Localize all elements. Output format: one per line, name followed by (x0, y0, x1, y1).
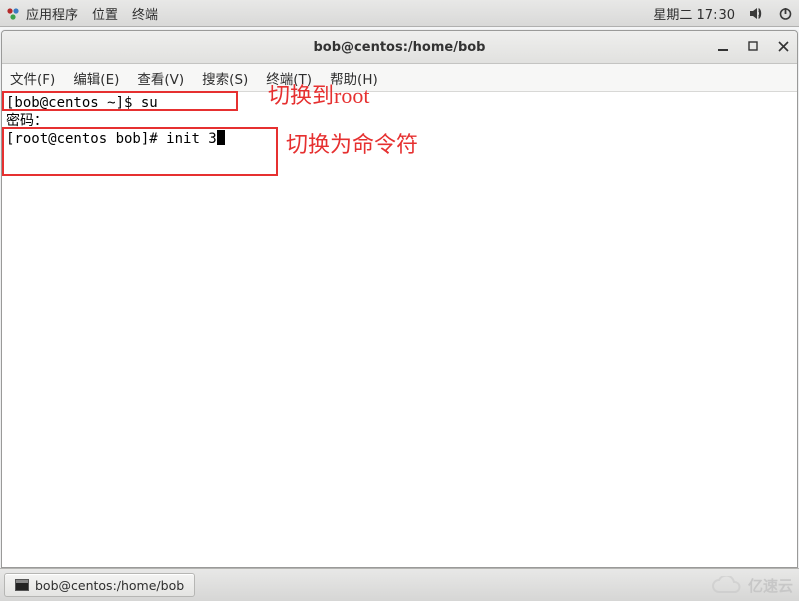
terminal-window: bob@centos:/home/bob 文件(F) 编辑(E) 查看(V) 搜… (1, 30, 798, 568)
applications-menu[interactable]: 应用程序 (6, 4, 78, 23)
clock-minute: 30 (718, 8, 735, 23)
annotation-switch-root: 切换到root (268, 87, 369, 105)
places-menu[interactable]: 位置 (92, 4, 118, 23)
terminal-output[interactable]: [bob@centos ~]$ su 密码： [root@centos bob]… (2, 92, 797, 567)
minimize-button[interactable] (715, 38, 731, 54)
menu-edit[interactable]: 编辑(E) (73, 68, 119, 88)
taskbar-terminal-task[interactable]: bob@centos:/home/bob (4, 573, 195, 597)
clock-day: 星期二 (653, 8, 692, 23)
menubar: 文件(F) 编辑(E) 查看(V) 搜索(S) 终端(T) 帮助(H) (2, 64, 797, 92)
power-icon[interactable] (778, 6, 793, 21)
prompt-user: [bob@centos ~]$ (6, 95, 141, 111)
clock-hour: 17 (697, 8, 714, 23)
prompt-root: [root@centos bob]# (6, 131, 166, 147)
bottom-taskbar: bob@centos:/home/bob (0, 568, 799, 601)
menu-view[interactable]: 查看(V) (137, 68, 184, 88)
terminal-icon (15, 579, 29, 591)
panel-left: 应用程序 位置 终端 (6, 4, 158, 23)
top-panel: 应用程序 位置 终端 星期二 17:30 (0, 0, 799, 27)
password-prompt: 密码： (6, 113, 48, 129)
watermark: 亿速云 (710, 575, 793, 596)
window-controls (715, 38, 791, 54)
cursor (217, 130, 225, 145)
panel-right: 星期二 17:30 (653, 4, 793, 23)
terminal-line: [bob@centos ~]$ su (6, 94, 793, 112)
command-init: init 3 (166, 131, 217, 147)
annotation-switch-cli: 切换为命令符 (286, 136, 418, 154)
menu-file[interactable]: 文件(F) (10, 68, 55, 88)
applications-label: 应用程序 (26, 8, 78, 23)
terminal-line: 密码： (6, 112, 793, 130)
taskbar-task-label: bob@centos:/home/bob (35, 578, 184, 593)
clock[interactable]: 星期二 17:30 (653, 4, 735, 23)
terminal-launcher[interactable]: 终端 (132, 4, 158, 23)
watermark-text: 亿速云 (748, 575, 793, 596)
maximize-button[interactable] (745, 38, 761, 54)
applications-icon (6, 7, 20, 21)
volume-icon[interactable] (749, 6, 764, 21)
cloud-icon (710, 576, 744, 596)
close-button[interactable] (775, 38, 791, 54)
window-title: bob@centos:/home/bob (314, 40, 486, 55)
menu-search[interactable]: 搜索(S) (202, 68, 248, 88)
command-su: su (141, 95, 158, 111)
window-titlebar[interactable]: bob@centos:/home/bob (2, 31, 797, 64)
